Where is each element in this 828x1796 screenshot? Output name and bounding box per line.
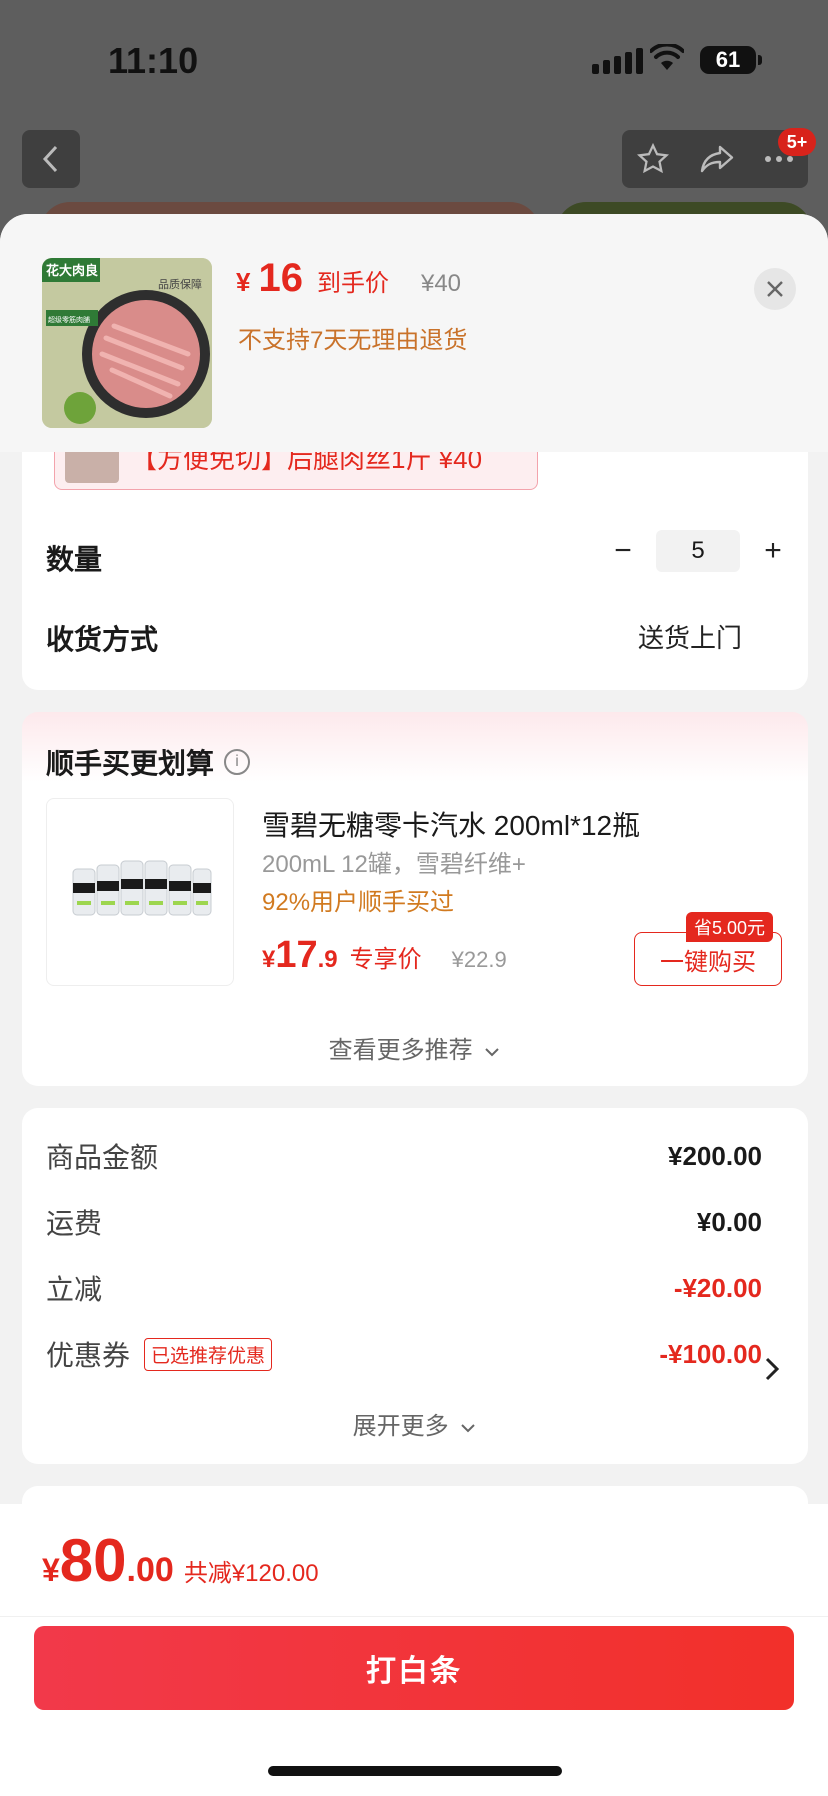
total-decimal: .00 [126,1551,174,1589]
fee-value: -¥100.00 [659,1338,762,1369]
more-recommend-link[interactable]: 查看更多推荐 [22,1030,808,1065]
status-time: 11:10 [108,40,199,81]
coupon-tag: 已选推荐优惠 [144,1337,273,1371]
quantity-label: 数量 [46,544,103,575]
expand-more-link[interactable]: 展开更多 [22,1406,808,1441]
old-price: ¥22.9 [451,947,507,972]
price-summary-card: 商品金额 ¥200.00 运费 ¥0.00 立减 -¥20.00 优惠券 已选推… [22,1108,808,1464]
fee-label: 立减 [46,1274,103,1305]
currency-symbol: ¥ [42,1552,60,1588]
fee-label: 运费 [46,1208,103,1239]
recommend-product-name[interactable]: 雪碧无糖零卡汽水 200ml*12瓶 [262,804,640,844]
fee-label: 商品金额 [46,1142,159,1173]
battery-icon: 61 [700,46,762,74]
fee-label: 优惠券 [46,1340,131,1371]
total-price: ¥ 80 .00 共减¥120.00 [42,1526,319,1595]
chevron-left-icon [42,145,58,173]
soda-cans-image [72,860,212,916]
total-integer: 80 [59,1527,127,1594]
product-price: ¥16 到手价 ¥40 [236,256,461,301]
currency-symbol: ¥ [262,946,276,973]
recommend-title: 顺手买更划算 i [46,742,251,782]
original-price: ¥40 [420,270,462,297]
recommend-title-text: 顺手买更划算 [46,748,215,779]
pork-shreds-image: 花大肉良 超级零筋肉脯 品质保障 [42,258,212,428]
save-badge: 省5.00元 [686,912,774,942]
message-badge: 5+ [778,128,816,156]
cellular-signal-icon [592,48,643,74]
expand-more-label: 展开更多 [352,1413,449,1440]
recommend-bought-rate: 92%用户顺手买过 [262,889,455,916]
fee-row-shipping: 运费 ¥0.00 [46,1202,762,1242]
fee-row-discount: 立减 -¥20.00 [46,1268,762,1308]
quantity-stepper: − 5 + [602,530,794,572]
home-indicator [268,1766,562,1776]
price-decimal: .9 [317,946,338,973]
product-image[interactable]: 花大肉良 超级零筋肉脯 品质保障 [42,258,212,428]
fee-row-subtotal: 商品金额 ¥200.00 [46,1136,762,1176]
decrement-button[interactable]: − [602,534,644,568]
chevron-right-icon[interactable] [764,1356,780,1382]
close-icon [767,281,783,297]
price-integer: 17 [275,934,318,976]
info-icon[interactable]: i [224,749,251,775]
chevron-down-icon [461,1424,476,1433]
recommend-product-spec: 200mL 12罐，雪碧纤维+ [262,851,526,878]
close-button[interactable] [754,268,796,310]
recommend-price: ¥ 17 .9 专享价 ¥22.9 [262,934,507,977]
increment-button[interactable]: + [752,534,794,568]
back-button[interactable] [22,130,80,188]
recommend-product-image[interactable] [46,798,234,986]
product-header: 花大肉良 超级零筋肉脯 品质保障 ¥16 到手价 ¥40 不支持7天无理由退货 [0,214,828,452]
price-label: 专享价 [349,946,422,973]
fee-row-coupon[interactable]: 优惠券 已选推荐优惠 -¥100.00 [46,1334,762,1374]
total-saving: 共减¥120.00 [183,1560,319,1587]
more-recommend-label: 查看更多推荐 [328,1037,473,1064]
more-icon[interactable] [764,155,794,163]
chevron-down-icon [485,1048,500,1057]
recommend-card: 顺手买更划算 i 雪碧无糖零卡汽水 200ml*12瓶 200mL 12罐，雪碧… [22,712,808,1086]
wifi-icon [650,44,684,70]
pay-with-baitiao-button[interactable]: 打白条 [34,1626,794,1710]
delivery-method[interactable]: 送货上门 [638,618,742,655]
share-icon[interactable] [699,144,735,174]
final-price-label: 到手价 [316,270,389,297]
star-icon[interactable] [636,142,670,176]
currency-symbol: ¥ [236,267,251,297]
battery-level: 61 [715,47,741,72]
delivery-label: 收货方式 [46,624,159,655]
return-policy: 不支持7天无理由退货 [238,327,468,354]
fee-value: ¥200.00 [668,1140,762,1171]
quantity-value[interactable]: 5 [656,530,740,572]
status-bar: 11:10 61 [0,0,828,120]
brand-logo-text: 花大肉良 [46,263,98,279]
fee-value: -¥20.00 [673,1272,762,1303]
image-tag: 品质保障 [158,277,202,291]
final-price: 16 [258,256,303,300]
coupon-label-group: 优惠券 已选推荐优惠 [46,1334,273,1374]
image-caption: 超级零筋肉脯 [48,315,90,324]
divider [0,1616,828,1617]
checkout-bar: ¥ 80 .00 共减¥120.00 打白条 [0,1504,828,1796]
fee-value: ¥0.00 [696,1206,762,1237]
